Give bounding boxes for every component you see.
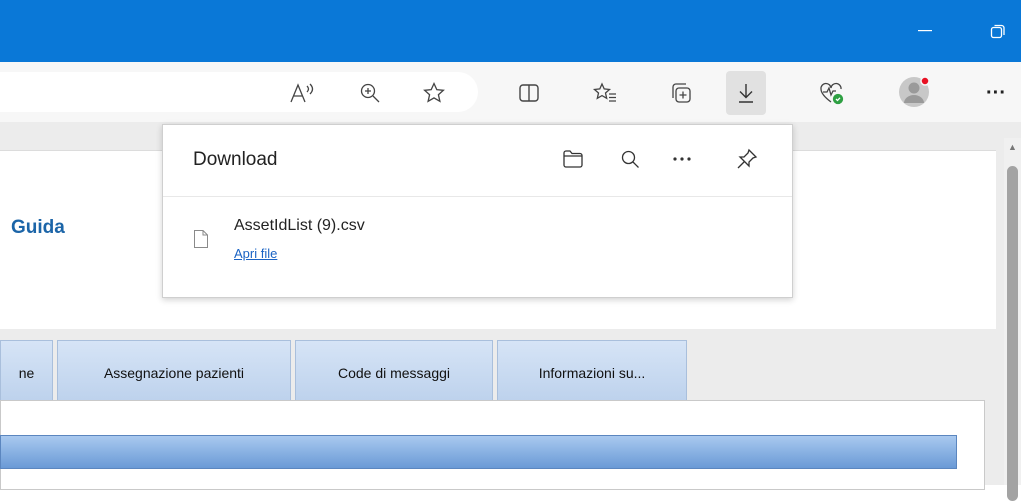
favorite-button[interactable] <box>415 74 453 112</box>
profile-avatar-icon <box>899 76 930 107</box>
downloads-icon <box>739 84 753 103</box>
vertical-scrollbar[interactable]: ▲ <box>1004 138 1021 501</box>
flyout-divider <box>163 196 792 197</box>
file-icon <box>194 230 208 248</box>
pin-icon <box>737 148 758 169</box>
favorite-star-icon <box>423 81 445 103</box>
open-downloads-folder-button[interactable] <box>557 143 589 175</box>
split-screen-icon <box>519 84 539 102</box>
scrollbar-thumb[interactable] <box>1007 166 1018 501</box>
tab-assegnazione-pazienti[interactable]: Assegnazione pazienti <box>57 340 291 404</box>
more-icon <box>673 157 691 161</box>
profile-button[interactable] <box>895 73 933 111</box>
flyout-title: Download <box>193 149 278 170</box>
pin-flyout-button[interactable] <box>731 143 763 175</box>
more-options-button[interactable]: ··· <box>977 74 1015 112</box>
minimize-button[interactable] <box>902 0 948 62</box>
collections-icon <box>672 83 691 103</box>
open-file-link[interactable]: Apri file <box>234 246 277 261</box>
open-folder-icon <box>563 150 583 168</box>
section-header-bar <box>0 435 957 469</box>
browser-title-bar <box>0 0 1021 62</box>
read-aloud-button[interactable] <box>283 74 321 112</box>
address-bar[interactable] <box>0 72 478 112</box>
read-aloud-icon <box>290 83 314 103</box>
minimize-icon <box>918 30 932 32</box>
tab-code-di-messaggi[interactable]: Code di messaggi <box>295 340 493 404</box>
restore-button[interactable] <box>975 0 1021 62</box>
guida-link[interactable]: Guida <box>11 217 65 239</box>
search-downloads-button[interactable] <box>614 143 646 175</box>
browser-essentials-icon <box>820 82 844 105</box>
download-file-name[interactable]: AssetIdList (9).csv <box>234 217 365 235</box>
downloads-more-button[interactable] <box>666 143 698 175</box>
split-screen-button[interactable] <box>510 74 548 112</box>
zoom-button[interactable] <box>351 74 389 112</box>
favorites-list-icon <box>592 82 616 102</box>
scroll-up-arrow-icon[interactable]: ▲ <box>1007 142 1018 152</box>
tab-label: ne <box>18 364 35 381</box>
tab-label: Assegnazione pazienti <box>103 364 245 381</box>
tab-informazioni[interactable]: Informazioni su... <box>497 340 687 404</box>
zoom-in-icon <box>360 83 380 103</box>
downloads-button[interactable] <box>726 71 766 115</box>
browser-toolbar: ··· <box>0 62 1021 122</box>
more-options-icon: ··· <box>986 81 1006 104</box>
tab-label: Informazioni su... <box>538 364 646 381</box>
restore-icon <box>990 24 1005 39</box>
search-icon <box>621 150 639 168</box>
tab-label: Code di messaggi <box>337 364 451 381</box>
favorites-button[interactable] <box>586 74 624 112</box>
downloads-flyout: Download AssetIdList (9).csv Apri file <box>162 124 793 298</box>
collections-button[interactable] <box>662 74 700 112</box>
tab-partial[interactable]: ne <box>0 340 53 404</box>
browser-essentials-button[interactable] <box>813 74 851 112</box>
